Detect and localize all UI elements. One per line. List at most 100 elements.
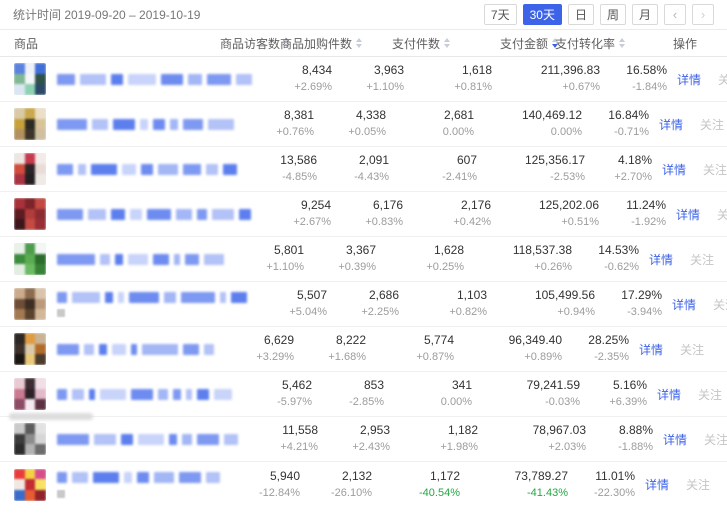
follow-link[interactable]: 关注	[713, 296, 727, 313]
title-segment	[204, 254, 224, 265]
range-button-月[interactable]: 月	[632, 4, 658, 25]
thumb-pixel	[14, 153, 25, 164]
thumb-pixel	[25, 354, 36, 365]
thumb-pixel	[14, 84, 25, 95]
detail-link[interactable]: 详情	[676, 206, 700, 223]
thumb-pixel	[25, 254, 36, 265]
metric-value: 14.53%	[572, 243, 639, 258]
range-button-日[interactable]: 日	[568, 4, 594, 25]
metric-cell-pay_amount: 125,202.06+0.51%	[491, 198, 599, 230]
metric-change: -2.35%	[562, 350, 629, 365]
range-button-周[interactable]: 周	[600, 4, 626, 25]
thumbnail-mosaic	[14, 288, 46, 320]
column-header-pay_amount[interactable]: 支付金额	[450, 35, 558, 52]
thumb-pixel	[14, 254, 25, 265]
title-segment	[206, 164, 218, 175]
product-thumbnail	[14, 288, 46, 320]
column-header-pay_count[interactable]: 支付件数	[362, 35, 450, 52]
metric-cell-pay_count: 5,774+0.87%	[366, 333, 454, 365]
title-segment	[84, 344, 94, 355]
follow-link[interactable]: 关注	[690, 251, 714, 268]
thumb-pixel	[35, 243, 46, 254]
follow-link[interactable]: 关注	[718, 71, 727, 88]
detail-link[interactable]: 详情	[672, 296, 696, 313]
metric-cell-visitors: 5,507+5.04%	[252, 288, 327, 320]
metric-value: 17.29%	[595, 288, 662, 303]
metric-change: +5.04%	[252, 305, 327, 320]
title-segment	[212, 209, 234, 220]
thumb-pixel	[35, 423, 46, 434]
title-segment	[239, 209, 251, 220]
next-page-button[interactable]: ›	[692, 4, 714, 25]
metric-cell-pay_count: 1,628+0.25%	[376, 243, 464, 275]
metric-change: +2.43%	[318, 440, 390, 455]
product-cell	[14, 102, 239, 146]
metric-cell-pay_count: 1,103+0.82%	[399, 288, 487, 320]
product-cell	[14, 282, 252, 326]
title-segment	[186, 389, 192, 400]
metric-change: +1.10%	[229, 260, 304, 275]
metric-cell-pay_count: 2,176+0.42%	[403, 198, 491, 230]
thumb-pixel	[35, 344, 46, 355]
thumb-pixel	[14, 209, 25, 220]
title-segment	[128, 74, 156, 85]
blurred-product-title	[57, 388, 237, 400]
title-segment	[88, 209, 106, 220]
title-segment	[220, 292, 226, 303]
product-title-box	[57, 253, 229, 265]
follow-link[interactable]: 关注	[686, 476, 710, 493]
follow-link[interactable]: 关注	[700, 116, 724, 133]
title-segment	[80, 74, 106, 85]
metric-change: +0.26%	[464, 260, 572, 275]
title-segment	[129, 292, 159, 303]
thumb-pixel	[25, 264, 36, 275]
actions-cell: 详情关注	[667, 71, 727, 88]
metric-cell-pay_amount: 73,789.27-41.43%	[460, 469, 568, 501]
detail-link[interactable]: 详情	[645, 476, 669, 493]
prev-page-button[interactable]: ‹	[664, 4, 686, 25]
metric-value: 11,558	[243, 423, 318, 438]
metric-value: 1,172	[372, 469, 460, 484]
column-header-cart[interactable]: 商品加购件数	[290, 35, 362, 52]
title-segment	[231, 292, 247, 303]
detail-link[interactable]: 详情	[659, 116, 683, 133]
metric-change: -0.62%	[572, 260, 639, 275]
metric-cell-cart: 4,338+0.05%	[314, 108, 386, 140]
product-title-box	[57, 163, 242, 175]
title-segment	[93, 472, 119, 483]
follow-link[interactable]: 关注	[704, 431, 727, 448]
detail-link[interactable]: 详情	[677, 71, 701, 88]
follow-link[interactable]: 关注	[703, 161, 727, 178]
detail-link[interactable]: 详情	[662, 161, 686, 178]
metric-value: 79,241.59	[472, 378, 580, 393]
thumbnail-mosaic	[14, 333, 46, 365]
detail-link[interactable]: 详情	[639, 341, 663, 358]
thumb-pixel	[14, 378, 25, 389]
detail-link[interactable]: 详情	[657, 386, 681, 403]
column-header-conversion[interactable]: 支付转化率	[558, 35, 625, 52]
blurred-product-title	[57, 118, 239, 130]
thumb-pixel	[14, 423, 25, 434]
metric-value: 1,103	[399, 288, 487, 303]
title-segment	[128, 254, 148, 265]
thumb-pixel	[35, 389, 46, 400]
thumb-pixel	[35, 153, 46, 164]
column-label-visitors: 商品访客数	[220, 35, 280, 52]
actions-cell: 详情关注	[652, 161, 727, 178]
follow-link[interactable]: 关注	[698, 386, 722, 403]
follow-link[interactable]: 关注	[680, 341, 704, 358]
detail-link[interactable]: 详情	[663, 431, 687, 448]
product-thumbnail	[14, 469, 46, 501]
range-button-30天[interactable]: 30天	[523, 4, 562, 25]
metric-change: +2.03%	[478, 440, 586, 455]
follow-link[interactable]: 关注	[717, 206, 727, 223]
thumb-pixel	[35, 434, 46, 445]
title-segment	[197, 389, 209, 400]
range-button-7天[interactable]: 7天	[484, 4, 517, 25]
metric-value: 3,367	[304, 243, 376, 258]
column-header-visitors[interactable]: 商品访客数	[215, 35, 290, 52]
detail-link[interactable]: 详情	[649, 251, 673, 268]
metric-value: 2,176	[403, 198, 491, 213]
metric-cell-visitors: 5,940-12.84%	[225, 469, 300, 501]
metric-value: 105,499.56	[487, 288, 595, 303]
